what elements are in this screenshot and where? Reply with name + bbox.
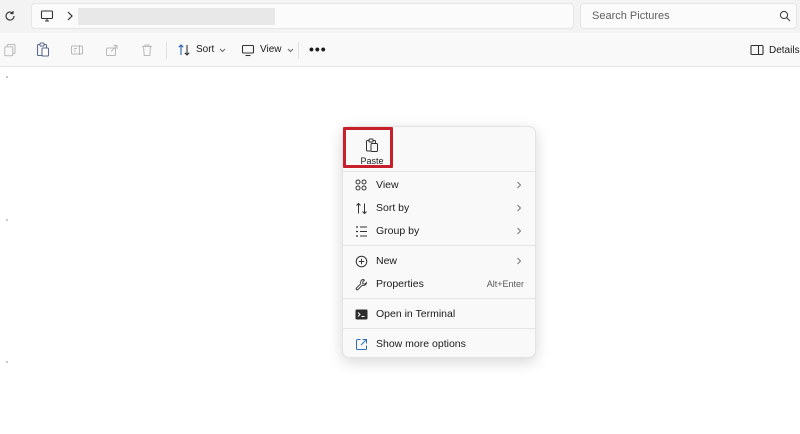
breadcrumb-path-redacted[interactable] <box>78 8 275 25</box>
chevron-down-icon <box>287 48 294 53</box>
details-pane-icon <box>750 44 764 56</box>
scroll-marker <box>6 361 8 363</box>
menu-item-group-by[interactable]: Group by <box>347 220 531 242</box>
group-by-icon <box>354 224 368 238</box>
address-bar[interactable] <box>31 3 574 29</box>
chevron-right-icon[interactable] <box>65 8 75 24</box>
details-label: Details <box>769 44 800 56</box>
more-options-button[interactable]: ••• <box>309 42 327 56</box>
chevron-right-icon <box>515 180 523 190</box>
terminal-icon <box>354 307 368 321</box>
menu-item-new[interactable]: New <box>347 250 531 272</box>
menu-item-open-in-terminal[interactable]: Open in Terminal <box>347 303 531 325</box>
menu-item-label: View <box>376 179 399 191</box>
paste-highlight-box <box>343 127 393 168</box>
scroll-marker <box>6 219 8 221</box>
scroll-marker <box>6 76 8 78</box>
sort-button[interactable]: Sort <box>177 41 226 59</box>
chevron-right-icon <box>515 203 523 213</box>
view-button[interactable]: View <box>241 41 294 59</box>
menu-item-label: Sort by <box>376 202 410 214</box>
command-bar: Sort View ••• Details <box>0 33 800 67</box>
paste-icon[interactable] <box>35 42 51 58</box>
menu-divider <box>343 298 535 299</box>
copy-icon[interactable] <box>2 42 18 58</box>
search-input[interactable]: Search Pictures <box>592 10 670 22</box>
menu-item-show-more-options[interactable]: Show more options <box>347 333 531 355</box>
menu-item-label: Group by <box>376 225 420 237</box>
monitor-view-icon <box>241 43 255 57</box>
menu-item-label: Show more options <box>376 338 466 350</box>
share-icon[interactable] <box>104 42 120 58</box>
details-button[interactable]: Details <box>750 41 800 59</box>
menu-item-label: Open in Terminal <box>376 308 456 320</box>
share-open-icon <box>354 337 368 351</box>
grid-view-icon <box>354 178 368 192</box>
chevron-right-icon <box>515 256 523 266</box>
search-box[interactable]: Search Pictures <box>580 3 797 29</box>
sort-label: Sort <box>196 44 215 55</box>
refresh-icon[interactable] <box>2 8 18 24</box>
chevron-right-icon <box>515 226 523 236</box>
sort-icon <box>177 43 191 57</box>
this-pc-icon[interactable] <box>40 9 54 23</box>
view-label: View <box>260 44 282 55</box>
sort-icon <box>354 201 368 215</box>
delete-icon[interactable] <box>139 42 155 58</box>
menu-item-label: New <box>376 255 398 267</box>
menu-item-sort-by[interactable]: Sort by <box>347 197 531 219</box>
menu-divider <box>343 328 535 329</box>
menu-item-label: Properties <box>376 278 424 290</box>
menu-item-properties[interactable]: Properties Alt+Enter <box>347 273 531 295</box>
rename-icon[interactable] <box>69 42 85 58</box>
chevron-down-icon <box>219 48 226 53</box>
menu-item-view[interactable]: View <box>347 174 531 196</box>
toolbar-divider <box>166 42 167 59</box>
toolbar-divider <box>298 42 299 59</box>
address-bar-row: Search Pictures <box>0 0 800 33</box>
menu-divider <box>343 245 535 246</box>
plus-circle-icon <box>354 254 368 268</box>
menu-divider <box>343 171 535 172</box>
wrench-icon <box>354 277 368 291</box>
search-icon <box>779 10 791 22</box>
menu-item-shortcut: Alt+Enter <box>486 279 524 289</box>
